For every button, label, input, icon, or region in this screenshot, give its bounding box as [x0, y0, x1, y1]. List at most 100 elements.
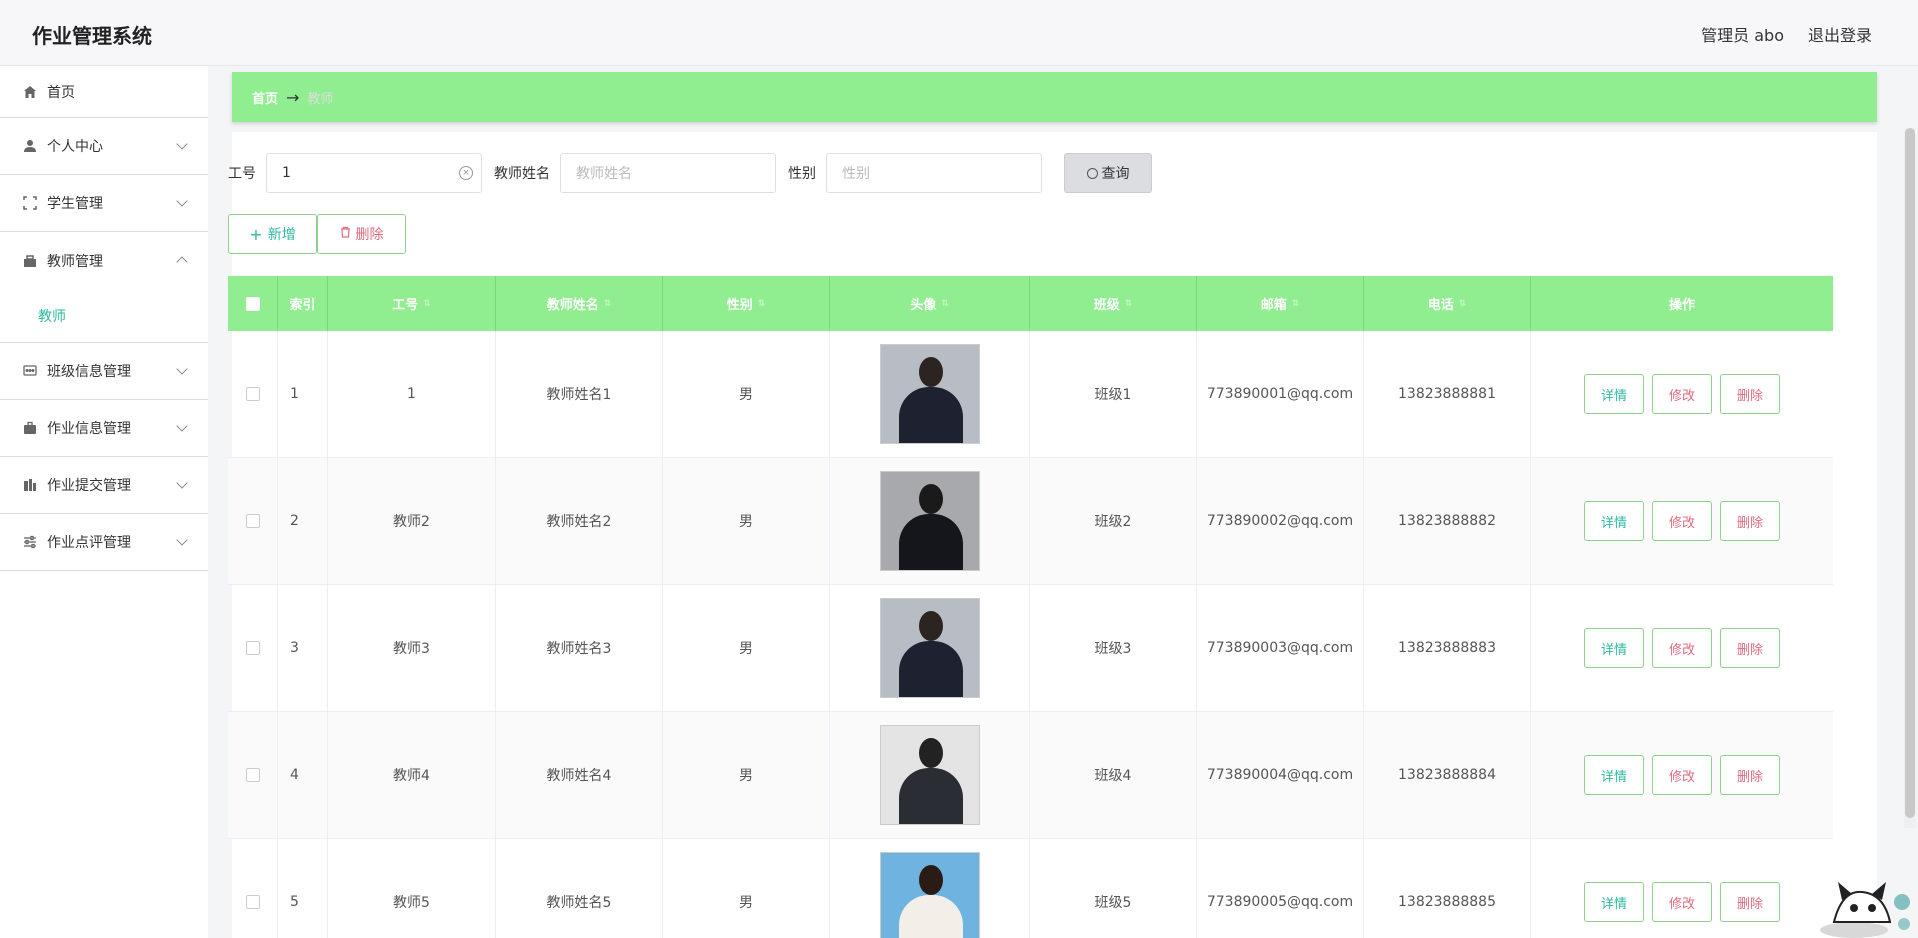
col-avatar[interactable]: 头像 ⇅	[830, 276, 1030, 331]
col-gender[interactable]: 性别 ⇅	[663, 276, 830, 331]
sidebar-item-teachers[interactable]: 教师管理	[0, 232, 208, 289]
row-checkbox[interactable]	[245, 387, 260, 401]
table-row: 2 教师2 教师姓名2 男 班级2 773890002@qq.com 13823888882…	[228, 458, 1833, 585]
cell-name: 教师姓名1	[496, 331, 663, 457]
edit-button[interactable]: 修改	[1652, 628, 1712, 668]
cell-avatar	[830, 839, 1030, 938]
edit-button[interactable]: 修改	[1652, 755, 1712, 795]
sidebar-item-homework-submit[interactable]: 作业提交管理	[0, 457, 208, 514]
user-icon	[22, 138, 38, 154]
cell-phone: 13823888884	[1364, 712, 1531, 838]
table-row: 1 1 教师姓名1 男班级1 773890001@qq.com 13823888881 详情…	[228, 331, 1833, 458]
add-button[interactable]: + 新增	[228, 214, 317, 254]
row-select-cell	[228, 585, 278, 711]
id-input[interactable]: 1 ×	[266, 153, 482, 193]
sidebar-item-homework-info[interactable]: 作业信息管理	[0, 400, 208, 457]
sidebar-item-home[interactable]: 首页	[0, 66, 208, 118]
home-icon	[22, 84, 38, 100]
cell-name: 教师姓名2	[496, 458, 663, 584]
sidebar-item-personal[interactable]: 个人中心	[0, 118, 208, 175]
cell-id: 教师4	[328, 712, 496, 838]
cell-id: 教师2	[328, 458, 496, 584]
col-name[interactable]: 教师姓名 ⇅	[496, 276, 663, 331]
delete-button[interactable]: 删除	[1720, 882, 1780, 922]
search-icon	[1086, 167, 1098, 179]
cell-class: 班级2	[1030, 458, 1197, 584]
detail-button[interactable]: 详情	[1584, 501, 1644, 541]
chevron-up-icon	[176, 256, 188, 268]
row-checkbox[interactable]	[245, 641, 260, 655]
sliders-icon	[22, 534, 38, 550]
delete-button[interactable]: 删除	[1720, 755, 1780, 795]
cell-actions: 详情 修改 删除	[1531, 458, 1833, 584]
mascot-icon	[1820, 882, 1910, 938]
avatar[interactable]	[879, 725, 980, 825]
scrollbar-thumb[interactable]	[1905, 128, 1915, 818]
col-index: 索引	[278, 276, 328, 331]
cell-actions: 详情 修改 删除	[1531, 331, 1833, 457]
sidebar-item-homework-review[interactable]: 作业点评管理	[0, 514, 208, 571]
table-row: 3 教师3 教师姓名3 男 班级3 773890003@qq.com 13823888883…	[228, 585, 1833, 712]
name-label: 教师姓名	[494, 166, 550, 182]
avatar[interactable]	[879, 471, 980, 571]
table-row: 4 教师4 教师姓名4 男 班级4 773890004@qq.com 13823888884…	[228, 712, 1833, 839]
edit-button[interactable]: 修改	[1652, 501, 1712, 541]
gender-input[interactable]: 性别	[826, 153, 1042, 193]
cell-avatar	[830, 458, 1030, 584]
logout-link[interactable]: 退出登录	[1808, 22, 1872, 46]
cell-email: 773890005@qq.com	[1197, 839, 1364, 938]
sidebar-item-label: 首页	[47, 84, 75, 101]
sidebar-item-label: 作业信息管理	[47, 421, 131, 437]
row-checkbox[interactable]	[245, 514, 260, 528]
row-checkbox[interactable]	[245, 768, 260, 782]
table-body: 1 1 教师姓名1 男班级1 773890001@qq.com 13823888881 详情…	[228, 331, 1833, 938]
trash-icon	[340, 226, 351, 242]
name-input-placeholder: 教师姓名	[576, 166, 632, 182]
col-email[interactable]: 邮箱 ⇅	[1197, 276, 1364, 331]
detail-button[interactable]: 详情	[1584, 755, 1644, 795]
col-class[interactable]: 班级 ⇅	[1030, 276, 1197, 331]
cell-avatar	[830, 585, 1030, 711]
edit-button[interactable]: 修改	[1652, 882, 1712, 922]
sidebar-subitem-teacher[interactable]: 教师	[0, 289, 208, 343]
table-row: 5 教师5 教师姓名5 男 班级5 773890005@qq.com 13823888885…	[228, 839, 1833, 938]
col-id[interactable]: 工号 ⇅	[328, 276, 496, 331]
detail-button[interactable]: 详情	[1584, 374, 1644, 414]
delete-button[interactable]: 删除	[1720, 374, 1780, 414]
cell-avatar	[830, 712, 1030, 838]
chevron-down-icon	[176, 420, 188, 432]
cell-phone: 13823888885	[1364, 839, 1531, 938]
avatar[interactable]	[879, 852, 980, 938]
detail-button[interactable]: 详情	[1584, 628, 1644, 668]
avatar[interactable]	[879, 344, 980, 444]
cell-id: 教师5	[328, 839, 496, 938]
breadcrumb-home[interactable]: 首页	[252, 88, 278, 107]
delete-button[interactable]: 删除	[1720, 501, 1780, 541]
cell-gender: 男	[663, 839, 830, 938]
detail-button[interactable]: 详情	[1584, 882, 1644, 922]
table-header: 索引 工号 ⇅ 教师姓名 ⇅ 性别 ⇅ 头像 ⇅ 班级 ⇅ 邮箱 ⇅ 电话 ⇅ 操作	[228, 276, 1833, 331]
teacher-table: 索引 工号 ⇅ 教师姓名 ⇅ 性别 ⇅ 头像 ⇅ 班级 ⇅ 邮箱 ⇅ 电话 ⇅ 操作 1 1 教师…	[228, 276, 1833, 938]
vertical-scrollbar[interactable]	[1904, 128, 1916, 828]
col-phone[interactable]: 电话 ⇅	[1364, 276, 1531, 331]
batch-delete-button[interactable]: 删除	[317, 214, 406, 254]
select-all-checkbox[interactable]	[245, 296, 260, 311]
cell-name: 教师姓名5	[496, 839, 663, 938]
query-button[interactable]: 查询	[1064, 153, 1152, 193]
delete-button[interactable]: 删除	[1720, 628, 1780, 668]
name-input[interactable]: 教师姓名	[560, 153, 776, 193]
cell-phone: 13823888882	[1364, 458, 1531, 584]
sidebar-item-students[interactable]: 学生管理	[0, 175, 208, 232]
row-select-cell	[228, 839, 278, 938]
suitcase-icon	[22, 420, 38, 436]
id-input-value: 1	[282, 165, 291, 181]
sidebar-item-class-info[interactable]: 班级信息管理	[0, 343, 208, 400]
gender-input-placeholder: 性别	[842, 166, 870, 182]
edit-button[interactable]: 修改	[1652, 374, 1712, 414]
sidebar: 首页 个人中心 学生管理 教师管理 教师 班级信息管理 作业信息管理 作业提交管…	[0, 66, 208, 938]
cell-class: 班级3	[1030, 585, 1197, 711]
sort-icon: ⇅	[603, 298, 612, 309]
avatar[interactable]	[879, 598, 980, 698]
clear-icon[interactable]: ×	[459, 166, 473, 180]
row-checkbox[interactable]	[245, 895, 260, 909]
